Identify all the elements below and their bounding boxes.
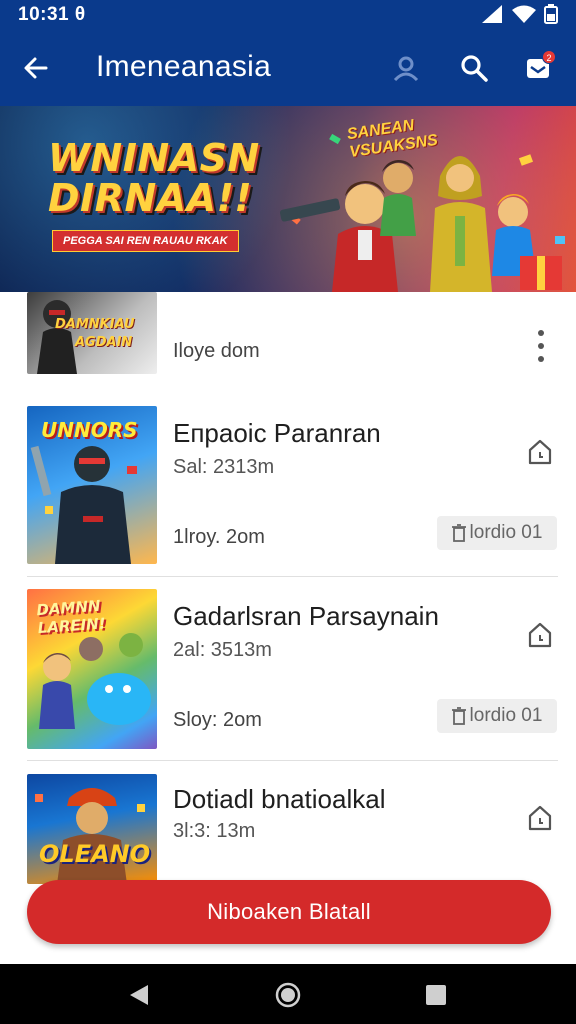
game-name: Eпpaoic Paranran — [173, 418, 381, 448]
system-nav-bar — [0, 964, 576, 1024]
nav-back-icon — [130, 985, 148, 1005]
nav-recents-icon — [426, 985, 446, 1005]
thumbnail-title: UNNORS — [41, 418, 138, 442]
nav-recents-button[interactable] — [419, 978, 453, 1012]
thumbnail-title: DAMNKIAU AGDAIN — [55, 317, 135, 350]
signal-icon — [482, 5, 502, 23]
list-item[interactable]: UNNORS Eпpaoic Paranran Sal: 2313m 1lroy… — [0, 406, 576, 576]
wifi-icon — [512, 5, 536, 23]
status-chip[interactable]: lordio 01 — [437, 516, 557, 550]
game-players: Iloye dom — [173, 340, 260, 362]
back-arrow-icon — [24, 57, 48, 79]
list-item[interactable]: DAMNN LAREIN! Gadarlsran Parsaynain 2al:… — [0, 589, 576, 759]
game-thumbnail: DAMNN LAREIN! — [27, 589, 157, 749]
kebab-icon — [538, 330, 544, 336]
banner-subline: PEGGA SAI REN RAUAU RKAK — [52, 230, 239, 252]
list-item[interactable]: OLEANO Dotiadl bnatioalkal 3l:3: 13m — [0, 774, 576, 892]
save-button[interactable] — [522, 800, 558, 836]
divider — [27, 576, 558, 577]
status-chip[interactable]: lordio 01 — [437, 699, 557, 733]
game-meta: 3l:3: 13m — [173, 820, 256, 842]
status-time: 10:31 θ — [18, 4, 86, 25]
game-name: Dotiadl bnatioalkal — [173, 784, 386, 814]
game-list[interactable]: DAMNKIAU AGDAIN Iloye dom UNNORS Eпpaoic… — [0, 292, 576, 892]
house-icon — [528, 439, 552, 465]
divider — [27, 760, 558, 761]
nav-home-icon — [275, 982, 301, 1008]
profile-button[interactable] — [386, 48, 426, 88]
nav-home-button[interactable] — [271, 978, 305, 1012]
search-icon — [461, 55, 488, 82]
profile-icon — [393, 56, 419, 82]
game-meta: Sal: 2313m — [173, 456, 275, 478]
game-thumbnail: DAMNKIAU AGDAIN — [27, 292, 157, 374]
game-players: 1lroy. 2om — [173, 526, 265, 548]
trash-icon — [451, 524, 466, 542]
inbox-button[interactable]: 2 — [518, 48, 558, 88]
top-app-bar: 10:31 θ Imeneanasia 2 — [0, 0, 576, 106]
save-button[interactable] — [522, 434, 558, 470]
list-item-partial[interactable]: DAMNKIAU AGDAIN Iloye dom — [0, 292, 576, 396]
promo-banner[interactable]: WNINASN DIRNAA!! PEGGA SAI REN RAUAU RKA… — [0, 106, 576, 292]
game-thumbnail: OLEANO — [27, 774, 157, 884]
game-meta: 2al: 3513m — [173, 639, 272, 661]
more-options-button[interactable] — [530, 326, 552, 366]
house-icon — [528, 805, 552, 831]
game-thumbnail: UNNORS — [27, 406, 157, 564]
primary-action-button[interactable]: Niboaken Blatall — [27, 880, 551, 944]
search-button[interactable] — [454, 48, 494, 88]
back-button[interactable] — [16, 48, 56, 88]
save-button[interactable] — [522, 617, 558, 653]
app-bar: Imeneanasia 2 — [0, 30, 576, 106]
app-title: Imeneanasia — [96, 50, 272, 83]
status-bar: 10:31 θ — [0, 0, 576, 30]
status-icons — [482, 4, 558, 24]
battery-icon — [544, 4, 558, 24]
trash-icon — [451, 707, 466, 725]
game-name: Gadarlsran Parsaynain — [173, 601, 439, 631]
house-icon — [528, 622, 552, 648]
banner-headline: WNINASN DIRNAA!! — [48, 136, 260, 220]
thumbnail-title: OLEANO — [39, 840, 151, 868]
game-players: Sloy: 2om — [173, 709, 262, 731]
notification-badge: 2 — [542, 50, 556, 64]
nav-back-button[interactable] — [122, 978, 156, 1012]
